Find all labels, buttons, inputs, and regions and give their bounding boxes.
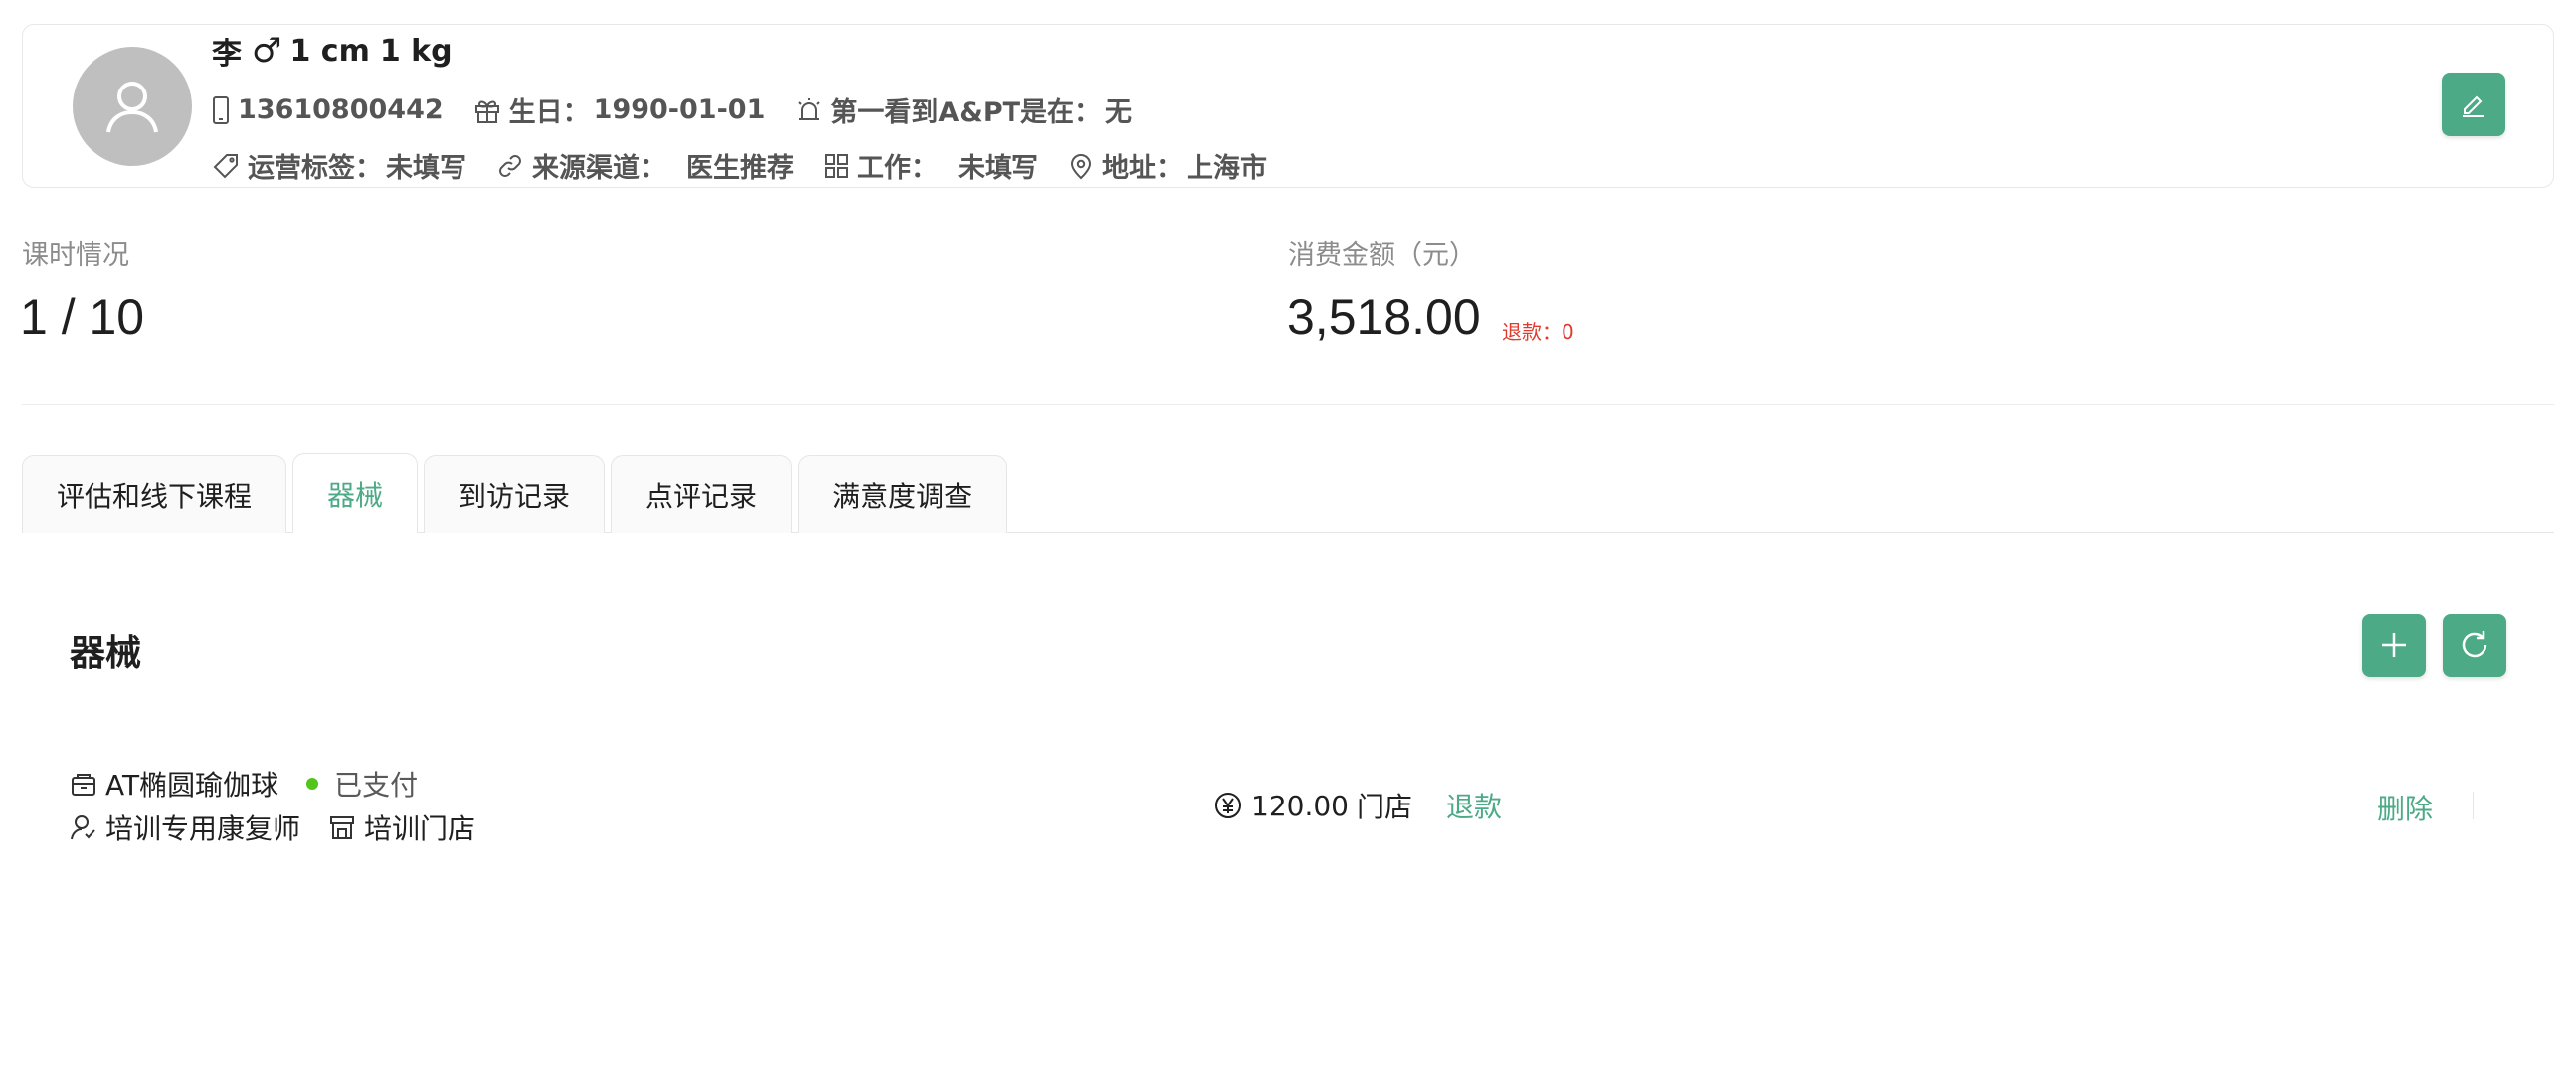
store-icon (330, 816, 355, 839)
amount-value: 3,518.00 (1287, 289, 1481, 345)
source-info: 来源渠道： 医生推荐 (496, 146, 794, 185)
add-equipment-button[interactable] (2362, 614, 2426, 677)
price-suffix: 门店 (1356, 791, 1412, 823)
equipment-name: AT椭圆瑜伽球 (105, 769, 279, 802)
price-value: 120.00 (1251, 789, 1349, 822)
work-label: 工作： (857, 153, 938, 184)
tab-bar: 评估和线下课程 器械 到访记录 点评记录 满意度调查 (22, 453, 1012, 533)
list-item-line-1: AT椭圆瑜伽球 已支付 (70, 764, 418, 804)
yen-circle-icon (1215, 793, 1241, 818)
profile-info-row-2: 运营标签： 未填写 来源渠道： 医生推荐 工作： 未填写 地址： 上海市 (212, 146, 1297, 185)
profile-name: 李 (212, 37, 242, 72)
delete-link[interactable]: 删除 (2377, 788, 2433, 827)
edit-profile-button[interactable] (2442, 73, 2505, 136)
birthday-info: 生日： 1990-01-01 (473, 90, 766, 129)
ops-tag-label: 运营标签： (248, 153, 382, 184)
status-badge: 已支付 (334, 769, 419, 802)
section-title: 器械 (70, 633, 142, 674)
tag-icon (213, 153, 238, 178)
avatar (73, 47, 192, 166)
link-icon (499, 154, 521, 177)
plus-icon (2382, 633, 2406, 657)
work-info: 工作： 未填写 (824, 146, 1038, 185)
alarm-icon (798, 97, 821, 120)
gender-icon: ♂ (252, 31, 282, 71)
divider (22, 404, 2554, 405)
hours-value: 1 / 10 (20, 289, 145, 345)
first-seen-label: 第一看到A&PT是在： (830, 97, 1102, 128)
profile-height: 1 cm (289, 33, 370, 69)
mobile-phone-icon (213, 95, 229, 124)
apps-grid-icon (825, 153, 848, 178)
profile-info-row-1: 13610800442 生日： 1990-01-01 第一看到A&PT是在： 无 (212, 90, 1162, 129)
tab-equipment[interactable]: 器械 (292, 453, 419, 533)
work-value: 未填写 (958, 153, 1038, 184)
profile-weight: 1 kg (379, 33, 453, 69)
price-info: 120.00 门店 退款 (1213, 786, 1502, 825)
source-value: 医生推荐 (686, 153, 794, 184)
phone-info: 13610800442 (212, 94, 444, 125)
refresh-button[interactable] (2443, 614, 2506, 677)
edit-icon (2463, 95, 2484, 117)
tab-assessment-courses[interactable]: 评估和线下课程 (22, 455, 287, 533)
location-pin-icon (1070, 153, 1092, 179)
amount-label: 消费金额（元） (1288, 240, 1476, 270)
store-name: 培训门店 (364, 812, 476, 845)
first-seen-info: 第一看到A&PT是在： 无 (795, 90, 1132, 129)
tab-visit-records[interactable]: 到访记录 (424, 455, 606, 533)
birthday-value: 1990-01-01 (593, 94, 766, 125)
refund-link[interactable]: 退款 (1446, 786, 1502, 825)
source-label: 来源渠道： (532, 153, 666, 184)
profile-card: 李 ♂ 1 cm 1 kg 13610800442 生日： 1990-01-01… (22, 24, 2554, 188)
tab-satisfaction-survey[interactable]: 满意度调查 (798, 455, 1008, 533)
refund-note: 退款：0 (1502, 320, 1574, 344)
therapist-icon (71, 815, 95, 840)
birthday-label: 生日： (508, 97, 590, 128)
address-info: 地址： 上海市 (1068, 146, 1267, 185)
list-item-line-2: 培训专用康复师 培训门店 (70, 807, 475, 847)
gift-icon (474, 100, 499, 123)
action-divider (2473, 792, 2474, 819)
address-value: 上海市 (1187, 153, 1267, 184)
address-label: 地址： (1102, 153, 1183, 184)
hours-label: 课时情况 (22, 240, 129, 270)
therapist-name: 培训专用康复师 (105, 812, 301, 845)
user-icon (106, 82, 158, 133)
ops-tag-info: 运营标签： 未填写 (212, 146, 466, 185)
phone-number: 13610800442 (238, 94, 444, 125)
package-icon (72, 774, 95, 796)
profile-name-row: 李 ♂ 1 cm 1 kg (212, 31, 462, 72)
ops-tag-value: 未填写 (386, 153, 466, 184)
status-dot (306, 778, 319, 790)
refresh-icon (2462, 631, 2487, 658)
first-seen-value: 无 (1105, 97, 1133, 128)
tab-review-records[interactable]: 点评记录 (611, 455, 793, 533)
